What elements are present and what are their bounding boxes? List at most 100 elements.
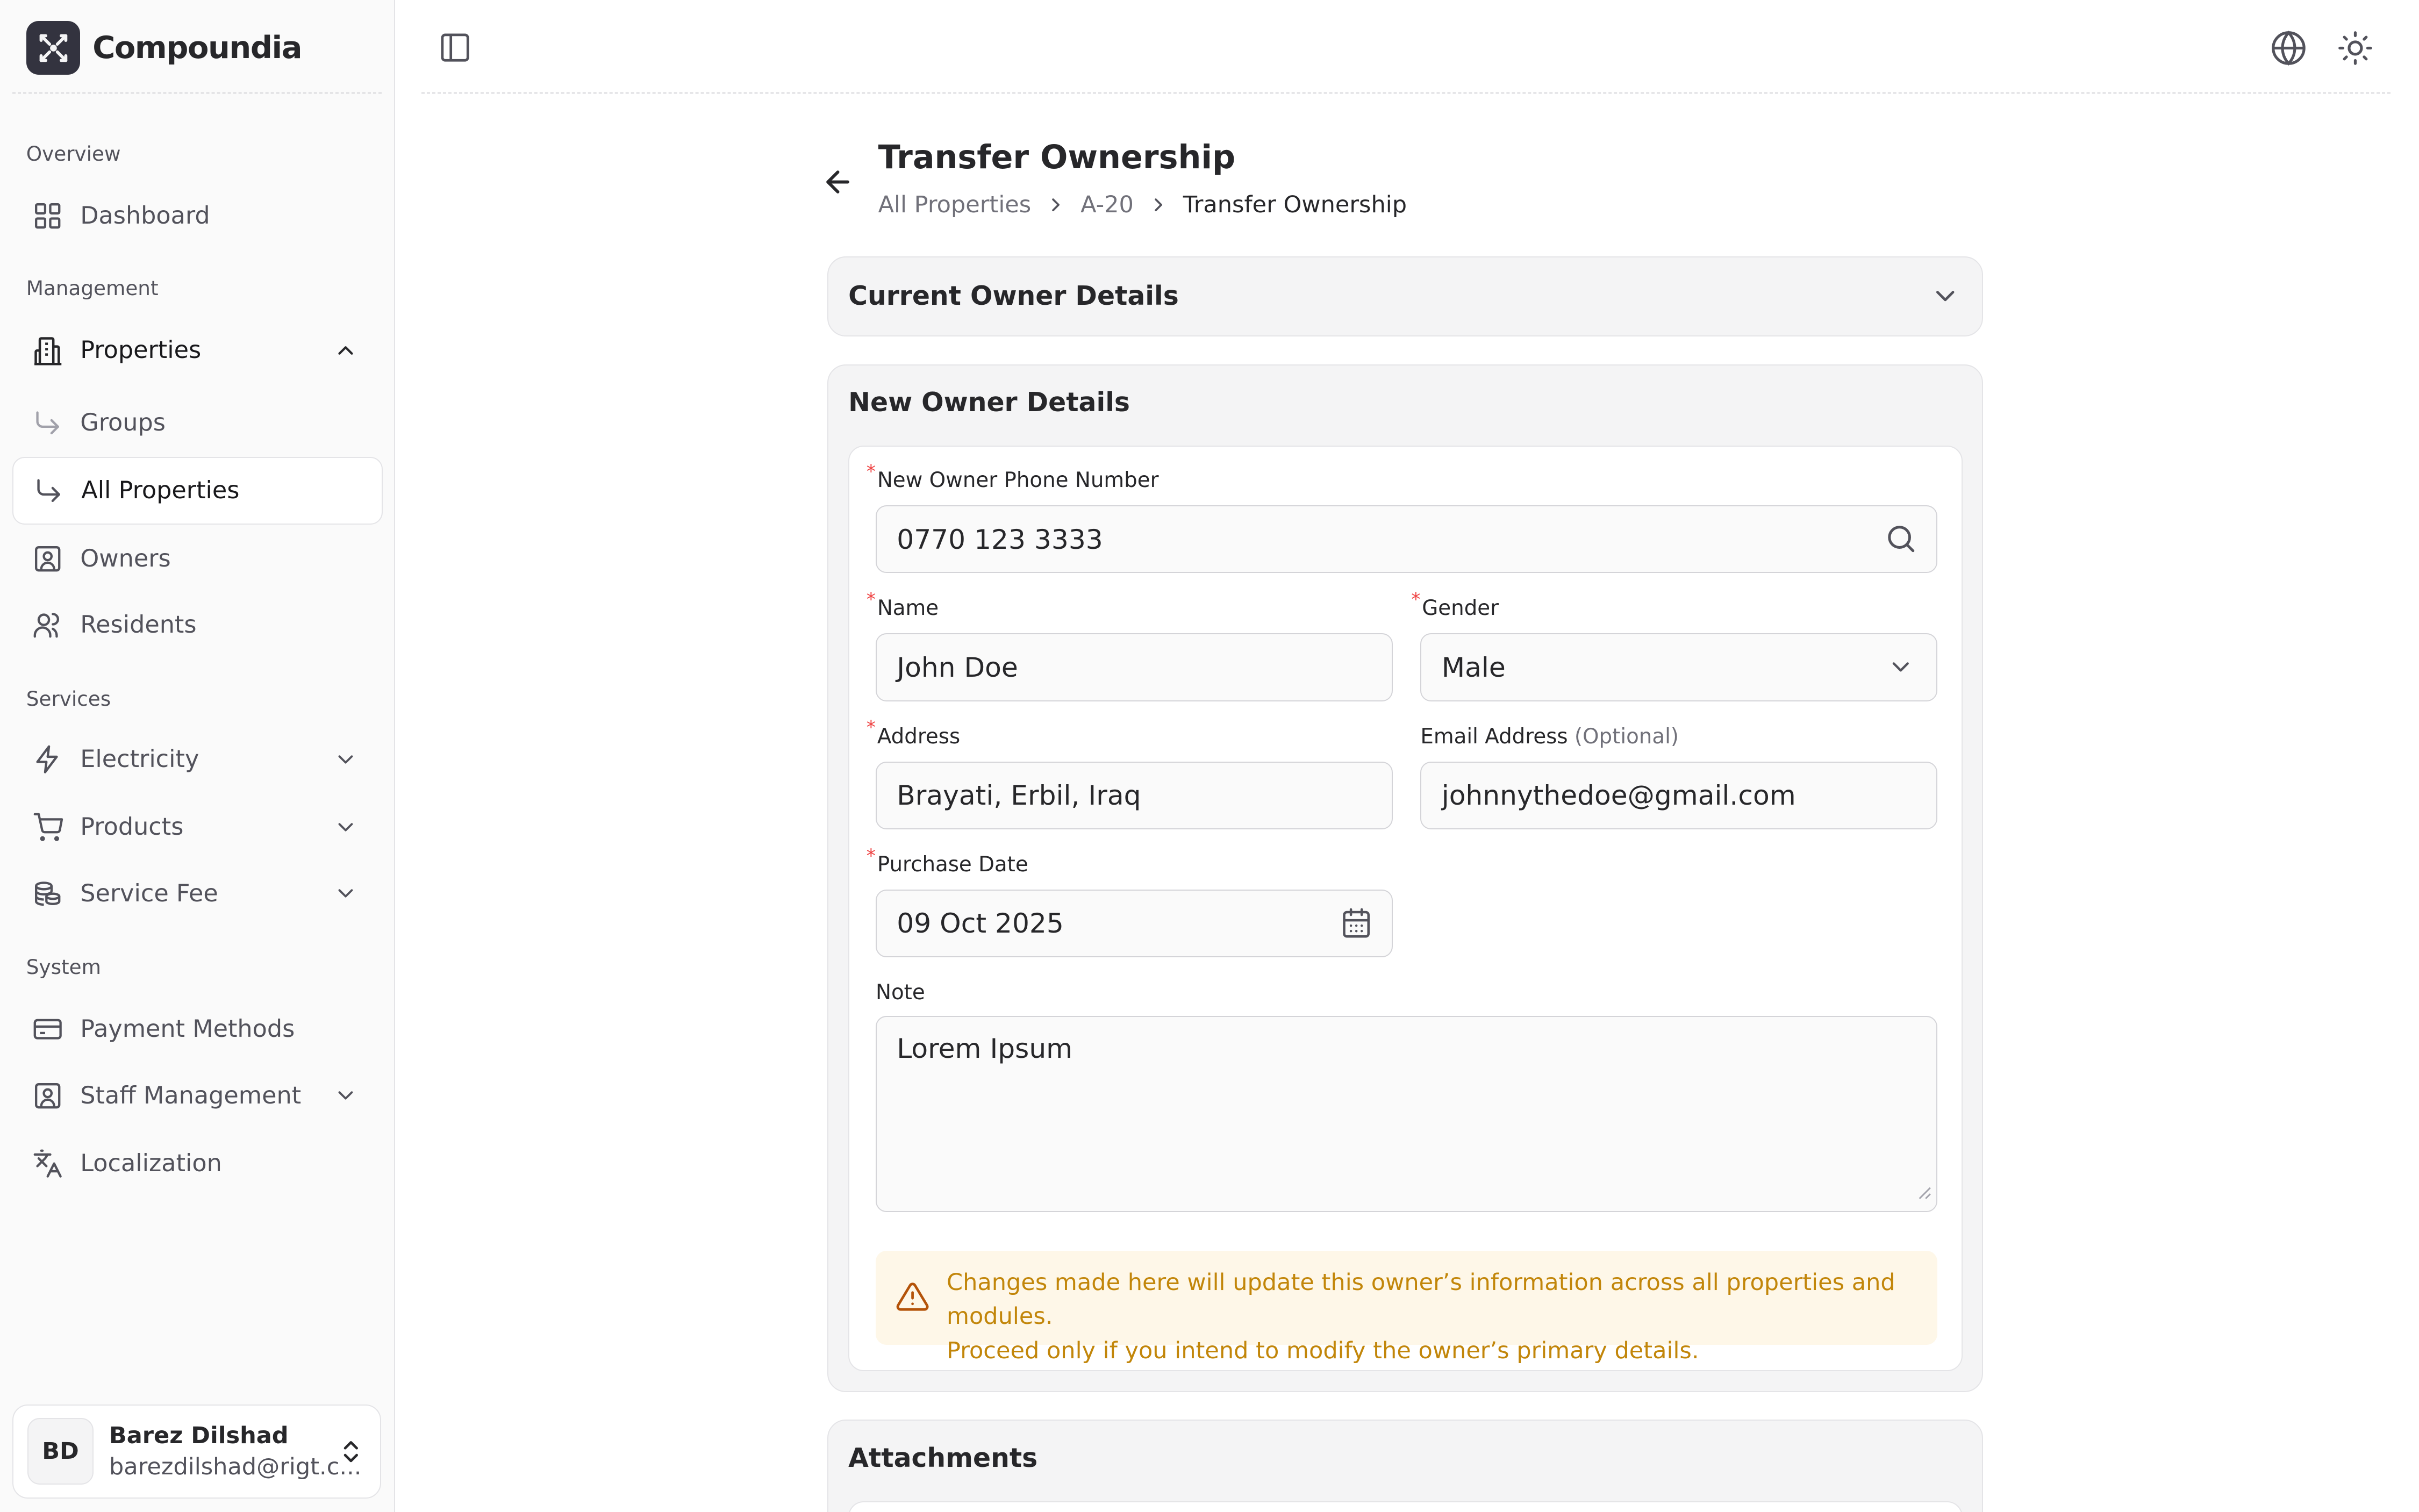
address-value: Brayati, Erbil, Iraq [897, 779, 1141, 812]
sidebar-item-label: Staff Management [80, 1081, 302, 1109]
email-input[interactable]: johnnythedoe@gmail.com [1420, 761, 1938, 829]
phone-value: 0770 123 3333 [897, 523, 1103, 555]
chevron-right-icon [1134, 194, 1183, 216]
warning-line-2: Proceed only if you intend to modify the… [947, 1337, 1699, 1364]
brand-name: Compoundia [92, 30, 302, 66]
phone-label-text: New Owner Phone Number [877, 468, 1159, 493]
user-square-icon [31, 1079, 65, 1113]
required-marker: * [866, 589, 876, 611]
address-input[interactable]: Brayati, Erbil, Iraq [875, 761, 1393, 829]
user-name: Barez Dilshad [109, 1422, 289, 1449]
dashboard-icon [31, 199, 65, 233]
section-title: New Owner Details [848, 386, 1130, 418]
chevron-right-icon [1031, 194, 1080, 216]
sidebar-item-all-properties[interactable]: All Properties [12, 456, 383, 525]
brand[interactable]: Compoundia [26, 20, 302, 75]
name-input[interactable]: John Doe [875, 633, 1393, 701]
sidebar-item-dashboard[interactable]: Dashboard [12, 182, 383, 250]
calendar-icon[interactable] [1339, 906, 1373, 940]
sidebar-item-label: Payment Methods [80, 1015, 295, 1043]
section-title: Attachments [848, 1442, 1038, 1473]
sidebar: Compoundia Overview Dashboard Management… [0, 0, 395, 1512]
purchase-date-value: 09 Oct 2025 [897, 907, 1064, 940]
chevron-down-icon[interactable] [330, 744, 361, 775]
page-title: Transfer Ownership [878, 139, 1236, 177]
sidebar-item-service-fee[interactable]: Service Fee [12, 859, 383, 927]
sidebar-item-properties[interactable]: Properties [12, 317, 383, 384]
chevrons-up-down-icon [337, 1436, 365, 1473]
chevron-down-icon[interactable] [1930, 281, 1960, 317]
sidebar-item-label: Products [80, 813, 184, 841]
user-square-icon [31, 542, 65, 576]
breadcrumb-property[interactable]: A-20 [1080, 191, 1134, 218]
resize-handle-icon[interactable] [1916, 1174, 1932, 1206]
note-textarea[interactable]: Lorem Ipsum [875, 1016, 1938, 1212]
breadcrumb-all-properties[interactable]: All Properties [878, 191, 1032, 218]
chevron-down-icon[interactable] [330, 812, 361, 842]
corner-down-right-icon [31, 406, 65, 440]
attachments-section: Attachments [827, 1420, 1984, 1512]
shopping-cart-icon [31, 810, 65, 844]
gender-select[interactable]: Male [1420, 633, 1938, 701]
phone-search-input[interactable]: 0770 123 3333 [875, 505, 1938, 574]
email-label-text: Email Address [1420, 724, 1568, 749]
sidebar-toggle-button[interactable] [436, 30, 474, 67]
language-globe-button[interactable] [2268, 28, 2309, 68]
sidebar-item-electricity[interactable]: Electricity [12, 725, 383, 793]
logo-icon [26, 20, 81, 75]
new-owner-form: * New Owner Phone Number 0770 123 3333 * N… [848, 445, 1963, 1372]
sidebar-item-payment-methods[interactable]: Payment Methods [12, 995, 383, 1063]
sidebar-item-owners[interactable]: Owners [12, 525, 383, 592]
sidebar-item-label: Service Fee [80, 879, 218, 907]
required-marker: * [866, 845, 876, 867]
sidebar-item-label: Properties [80, 336, 202, 364]
languages-icon [31, 1146, 65, 1180]
sidebar-item-label: Residents [80, 611, 197, 639]
sidebar-item-residents[interactable]: Residents [12, 591, 383, 659]
note-label: Note [875, 980, 925, 1005]
name-value: John Doe [897, 651, 1018, 683]
chevron-down-icon[interactable] [330, 878, 361, 909]
brand-divider [12, 92, 382, 94]
purchase-date-picker[interactable]: 09 Oct 2025 [875, 889, 1393, 958]
back-button[interactable] [820, 163, 857, 200]
email-value: johnnythedoe@gmail.com [1441, 779, 1796, 812]
current-owner-section[interactable]: Current Owner Details [827, 256, 1984, 336]
sidebar-item-groups[interactable]: Groups [12, 389, 383, 456]
chevron-down-icon [1884, 650, 1918, 684]
gender-label-text: Gender [1422, 596, 1499, 621]
optional-hint: (Optional) [1574, 724, 1679, 749]
search-icon[interactable] [1884, 522, 1918, 556]
sidebar-item-localization[interactable]: Localization [12, 1130, 383, 1198]
sidebar-item-label: Owners [80, 544, 171, 572]
topbar-divider [421, 92, 2391, 94]
breadcrumb-current: Transfer Ownership [1183, 191, 1407, 218]
sidebar-item-label: Localization [80, 1150, 222, 1178]
sidebar-item-products[interactable]: Products [12, 793, 383, 861]
gender-label: * Gender [1411, 589, 1499, 621]
zap-icon [31, 742, 65, 776]
chevron-down-icon[interactable] [330, 1080, 361, 1111]
warning-text: Changes made here will update this owner… [947, 1266, 1937, 1367]
address-label: * Address [867, 717, 960, 748]
required-marker: * [1411, 589, 1421, 611]
user-menu[interactable]: BD Barez Dilshad barezdilshad@rigt.c... [12, 1404, 382, 1499]
users-icon [31, 608, 65, 642]
breadcrumb: All Properties A-20 Transfer Ownership [878, 191, 1407, 218]
gender-value: Male [1441, 651, 1506, 683]
sidebar-item-label: All Properties [81, 477, 240, 505]
section-title: Current Owner Details [848, 280, 1179, 311]
avatar: BD [27, 1418, 94, 1485]
purchase-date-label-text: Purchase Date [877, 852, 1028, 877]
warning-line-1: Changes made here will update this owner… [947, 1269, 1895, 1330]
coins-icon [31, 877, 65, 911]
theme-toggle-button[interactable] [2335, 28, 2375, 68]
section-system: System [26, 955, 101, 979]
section-overview: Overview [26, 142, 121, 166]
chevron-up-icon[interactable] [330, 335, 361, 366]
email-label: Email Address (Optional) [1420, 725, 1679, 749]
required-marker: * [866, 717, 876, 739]
building-icon [31, 333, 65, 367]
sidebar-item-staff-management[interactable]: Staff Management [12, 1062, 383, 1129]
note-value: Lorem Ipsum [897, 1032, 1073, 1064]
